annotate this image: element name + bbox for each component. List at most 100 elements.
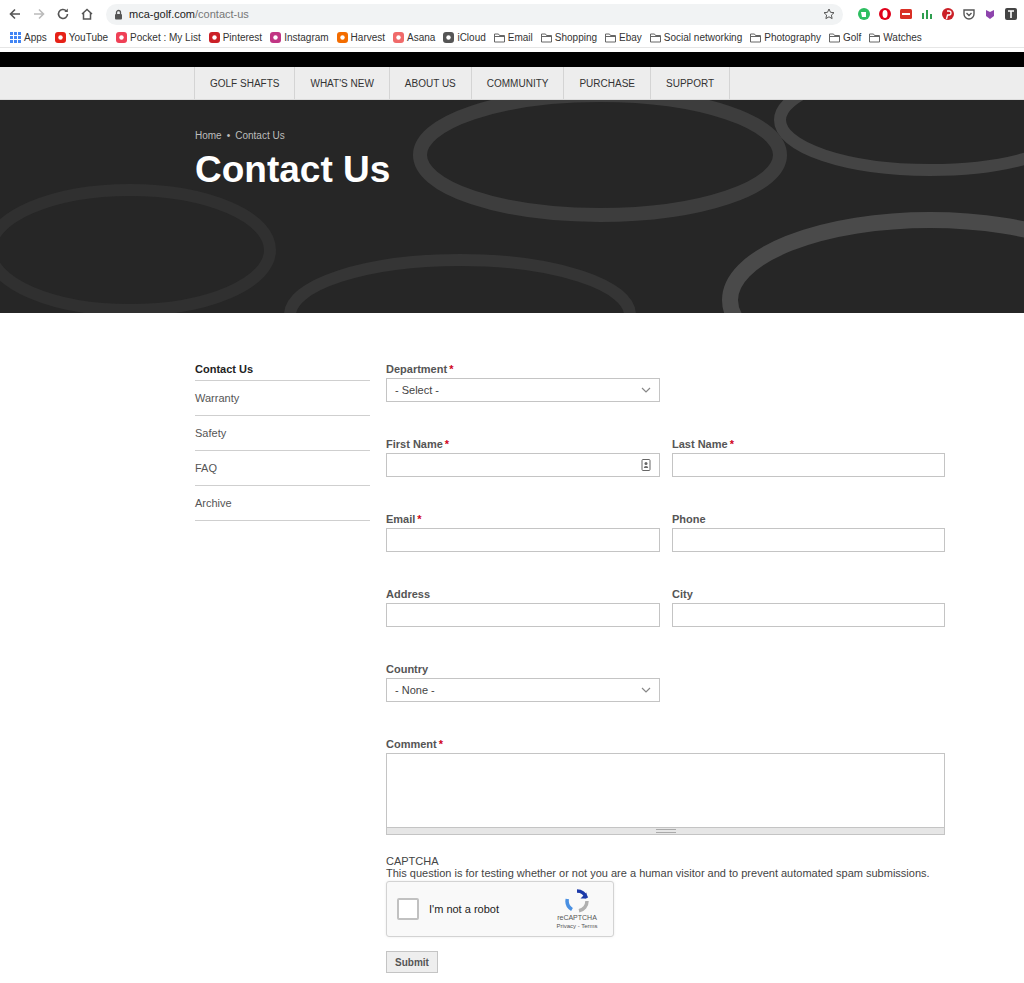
field-label-text: Country [386,663,428,675]
bookmark[interactable]: Instagram [270,32,328,43]
form-row: Comment* [386,738,945,835]
chevron-down-icon [641,387,651,393]
bookmark[interactable]: Photography [750,32,821,43]
address-bar[interactable]: mca-golf.com/contact-us [106,4,843,25]
chart-extension-icon[interactable] [920,7,934,21]
sidebar-item-label: Contact Us [195,363,253,375]
back-arrow-icon [8,7,22,21]
nav-item[interactable]: GOLF SHAFTS [194,67,294,99]
bookmark-label: Apps [24,32,47,43]
select-value: - Select - [395,384,439,396]
text-field[interactable] [386,603,660,627]
text-field[interactable] [672,528,945,552]
recaptcha-logo: reCAPTCHAPrivacy - Terms [549,889,605,930]
site-favicon-icon [116,32,127,43]
textarea-field[interactable] [386,753,945,835]
hero-content: Home•Contact UsContact Us [0,100,1024,192]
nav-item[interactable]: PURCHASE [563,67,650,99]
breadcrumb-item[interactable]: Home [195,130,222,141]
form-field: Email* [386,513,660,552]
bookmark[interactable]: Shopping [541,32,597,43]
field-label: Last Name* [672,438,945,451]
recaptcha-links[interactable]: Privacy - Terms [556,922,597,930]
form-row: Address City [386,588,945,627]
main-nav: GOLF SHAFTSWHAT'S NEWABOUT USCOMMUNITYPU… [0,67,1024,100]
field-label: Comment* [386,738,945,751]
folder-icon [829,32,840,43]
evernote-icon[interactable] [857,7,871,21]
field-label: Address [386,588,660,601]
text-field[interactable] [672,603,945,627]
contact-form: Department*- Select -First Name*Last Nam… [386,363,945,973]
apps-grid-icon [10,32,21,43]
bookmark-label: Photography [764,32,821,43]
sidebar-item[interactable]: Safety [195,416,370,451]
forward-button[interactable] [30,5,48,23]
bookmark[interactable]: Asana [393,32,435,43]
nav-item[interactable]: ABOUT US [389,67,471,99]
sidebar-item-label: FAQ [195,462,217,474]
select-field[interactable]: - Select - [386,378,660,402]
bookmark[interactable]: iCloud [443,32,485,43]
star-icon[interactable] [823,8,835,20]
field-label-text: Phone [672,513,706,525]
submit-button[interactable]: Submit [386,951,438,973]
breadcrumb: Home•Contact Us [195,130,1024,141]
home-button[interactable] [78,5,96,23]
red-extension-icon[interactable] [899,7,913,21]
nav-item[interactable]: WHAT'S NEW [294,67,388,99]
bookmark[interactable]: Watches [869,32,922,43]
bookmark-label: Asana [407,32,435,43]
folder-icon [605,32,616,43]
text-field[interactable] [672,453,945,477]
autofill-slot [641,459,651,471]
captcha-title: CAPTCHA [386,855,945,867]
reload-icon [56,7,70,21]
text-field[interactable] [386,528,660,552]
bookmark[interactable]: YouTube [55,32,108,43]
sidebar-item[interactable]: Archive [195,486,370,521]
bookmark[interactable]: Pocket : My List [116,32,201,43]
purple-extension-icon[interactable] [983,7,997,21]
resize-grip[interactable] [386,827,945,835]
bookmark-label: Harvest [351,32,385,43]
contact-card-icon[interactable] [641,459,651,471]
captcha-section: CAPTCHAThis question is for testing whet… [386,855,945,937]
bookmark[interactable]: Email [494,32,533,43]
bookmark-label: YouTube [69,32,108,43]
bookmark[interactable]: Harvest [337,32,385,43]
field-label-text: Email [386,513,415,525]
recaptcha-label: I'm not a robot [429,903,549,915]
t-extension-icon[interactable] [1004,7,1018,21]
field-label: Email* [386,513,660,526]
textarea-box[interactable] [386,753,945,827]
url-text[interactable]: mca-golf.com/contact-us [129,8,817,20]
recaptcha-checkbox[interactable] [397,898,419,920]
sidebar-item[interactable]: FAQ [195,451,370,486]
select-field[interactable]: - None - [386,678,660,702]
bookmark[interactable]: Pinterest [209,32,262,43]
bookmark[interactable]: Apps [10,32,47,43]
form-field: Comment* [386,738,945,835]
reload-button[interactable] [54,5,72,23]
pocket-icon[interactable] [962,7,976,21]
pinterest-icon[interactable] [941,7,955,21]
sidebar-item[interactable]: Warranty [195,381,370,416]
text-field[interactable] [386,453,660,477]
sidebar-item[interactable]: Contact Us [195,363,370,381]
form-field: Last Name* [672,438,945,477]
bookmark-label: Watches [883,32,922,43]
field-label: City [672,588,945,601]
bookmark[interactable]: Ebay [605,32,642,43]
bookmarks-bar: Apps YouTube Pocket : My List Pinterest Inst… [0,28,1024,48]
field-label-text: Comment [386,738,437,750]
folder-icon [494,32,505,43]
bookmark[interactable]: Golf [829,32,861,43]
bookmark[interactable]: Social networking [650,32,742,43]
form-row: Email* Phone [386,513,945,552]
folder-icon [541,32,552,43]
nav-item[interactable]: SUPPORT [650,67,730,99]
nav-item[interactable]: COMMUNITY [471,67,564,99]
opera-icon[interactable] [878,7,892,21]
back-button[interactable] [6,5,24,23]
